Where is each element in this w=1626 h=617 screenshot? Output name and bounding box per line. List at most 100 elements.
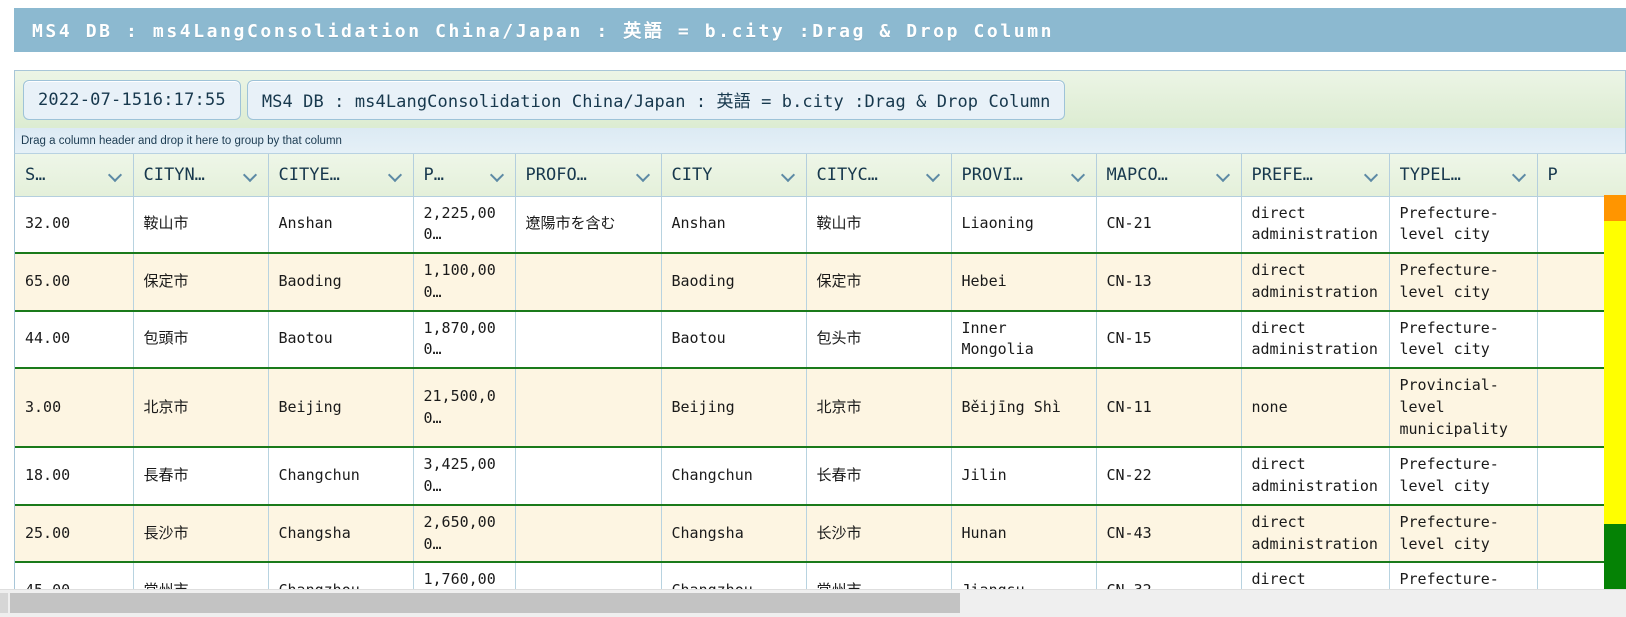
cell-city[interactable]: Changsha xyxy=(661,503,807,563)
chevron-down-icon[interactable] xyxy=(1365,170,1379,179)
cell-cityn[interactable]: 北京市 xyxy=(133,366,269,448)
cell-typel[interactable]: Prefecture-level city xyxy=(1389,561,1538,589)
cell-p[interactable]: 1,100,000… xyxy=(413,252,516,311)
cell-profo[interactable] xyxy=(515,446,662,505)
cell-cityc[interactable]: 常州市 xyxy=(806,561,952,589)
cell-provi[interactable]: Jilin xyxy=(951,446,1097,505)
cell-provi[interactable]: Inner Mongolia xyxy=(951,309,1097,368)
cell-mapco[interactable]: CN-32 xyxy=(1096,561,1242,589)
cell-cityc[interactable]: 北京市 xyxy=(806,366,952,448)
vertical-scrollbar[interactable] xyxy=(1604,195,1626,589)
chevron-down-icon[interactable] xyxy=(927,170,941,179)
cell-provi[interactable]: Hunan xyxy=(951,503,1097,563)
cell-cityc[interactable]: 长春市 xyxy=(806,446,952,505)
cell-p[interactable]: 21,500,00… xyxy=(413,366,516,448)
cell-cityn[interactable]: 鞍山市 xyxy=(133,196,269,253)
chevron-down-icon[interactable] xyxy=(637,170,651,179)
cell-cityn[interactable]: 包頭市 xyxy=(133,309,269,368)
cell-provi[interactable]: Liaoning xyxy=(951,196,1097,253)
cell-city[interactable]: Baotou xyxy=(661,309,807,368)
cell-s[interactable]: 65.00 xyxy=(15,252,134,311)
column-header-profo[interactable]: PROFO… xyxy=(515,154,662,197)
cell-typel[interactable]: Prefecture-level city xyxy=(1389,503,1538,563)
cell-profo[interactable] xyxy=(515,309,662,368)
cell-cityc[interactable]: 长沙市 xyxy=(806,503,952,563)
chevron-down-icon[interactable] xyxy=(1513,170,1527,179)
cell-s[interactable]: 3.00 xyxy=(15,366,134,448)
cell-p[interactable]: 1,760,000… xyxy=(413,561,516,589)
table-row[interactable]: 44.00 包頭市 Baotou 1,870,000… Baotou 包头市 Inner M… xyxy=(15,309,1626,368)
column-header-mapco[interactable]: MAPCO… xyxy=(1096,154,1242,197)
cell-profo[interactable] xyxy=(515,366,662,448)
table-row[interactable]: 3.00 北京市 Beijing 21,500,00… Beijing 北京市 Běijīn… xyxy=(15,366,1626,448)
cell-p[interactable]: 2,225,000… xyxy=(413,196,516,253)
cell-provi[interactable]: Běijīng Shì xyxy=(951,366,1097,448)
cell-p[interactable]: 3,425,000… xyxy=(413,446,516,505)
cell-s[interactable]: 32.00 xyxy=(15,196,134,253)
cell-mapco[interactable]: CN-22 xyxy=(1096,446,1242,505)
cell-profo[interactable] xyxy=(515,561,662,589)
cell-profo[interactable] xyxy=(515,252,662,311)
timestamp-box[interactable]: 2022-07-1516:17:55 xyxy=(23,79,241,120)
chevron-down-icon[interactable] xyxy=(244,170,258,179)
cell-citye[interactable]: Anshan xyxy=(268,196,414,253)
chevron-down-icon[interactable] xyxy=(389,170,403,179)
cell-prefe[interactable]: direct administration xyxy=(1241,446,1390,505)
cell-cityn[interactable]: 長春市 xyxy=(133,446,269,505)
cell-p[interactable]: 1,870,000… xyxy=(413,309,516,368)
query-title-box[interactable]: MS4 DB : ms4LangConsolidation China/Japa… xyxy=(246,79,1066,120)
cell-provi[interactable]: Hebei xyxy=(951,252,1097,311)
table-row[interactable]: 65.00 保定市 Baoding 1,100,000… Baoding 保定市 Hebei… xyxy=(15,252,1626,311)
cell-citye[interactable]: Changchun xyxy=(268,446,414,505)
cell-s[interactable]: 45.00 xyxy=(15,561,134,589)
cell-mapco[interactable]: CN-43 xyxy=(1096,503,1242,563)
cell-citye[interactable]: Changsha xyxy=(268,503,414,563)
column-header-p2[interactable]: P xyxy=(1537,154,1626,197)
table-row[interactable]: 25.00 長沙市 Changsha 2,650,000… Changsha 长沙市 Hun… xyxy=(15,503,1626,563)
cell-citye[interactable]: Beijing xyxy=(268,366,414,448)
cell-cityn[interactable]: 長沙市 xyxy=(133,503,269,563)
cell-typel[interactable]: Prefecture-level city xyxy=(1389,446,1538,505)
cell-s[interactable]: 25.00 xyxy=(15,503,134,563)
cell-city[interactable]: Beijing xyxy=(661,366,807,448)
cell-typel[interactable]: Provincial-level municipality xyxy=(1389,366,1538,448)
cell-cityc[interactable]: 包头市 xyxy=(806,309,952,368)
column-header-city[interactable]: CITY xyxy=(661,154,807,197)
column-header-p[interactable]: P… xyxy=(413,154,516,197)
chevron-down-icon[interactable] xyxy=(491,170,505,179)
cell-prefe[interactable]: direct administration xyxy=(1241,309,1390,368)
cell-citye[interactable]: Changzhou xyxy=(268,561,414,589)
chevron-down-icon[interactable] xyxy=(782,170,796,179)
cell-city[interactable]: Baoding xyxy=(661,252,807,311)
cell-prefe[interactable]: direct administration xyxy=(1241,561,1390,589)
chevron-down-icon[interactable] xyxy=(1217,170,1231,179)
cell-cityc[interactable]: 保定市 xyxy=(806,252,952,311)
cell-mapco[interactable]: CN-11 xyxy=(1096,366,1242,448)
chevron-down-icon[interactable] xyxy=(1072,170,1086,179)
horizontal-scrollbar-thumb[interactable] xyxy=(10,593,960,613)
cell-s[interactable]: 18.00 xyxy=(15,446,134,505)
cell-mapco[interactable]: CN-15 xyxy=(1096,309,1242,368)
cell-city[interactable]: Anshan xyxy=(661,196,807,253)
cell-s[interactable]: 44.00 xyxy=(15,309,134,368)
table-row[interactable]: 32.00 鞍山市 Anshan 2,225,000… 遼陽市を含む Anshan 鞍山市 L… xyxy=(15,196,1626,253)
cell-prefe[interactable]: direct administration xyxy=(1241,252,1390,311)
vertical-scrollbar-thumb[interactable] xyxy=(1604,221,1626,524)
cell-provi[interactable]: Jiangsu xyxy=(951,561,1097,589)
cell-profo[interactable] xyxy=(515,503,662,563)
cell-prefe[interactable]: direct administration xyxy=(1241,503,1390,563)
column-header-typel[interactable]: TYPEL… xyxy=(1389,154,1538,197)
cell-city[interactable]: Changzhou xyxy=(661,561,807,589)
cell-cityn[interactable]: 常州市 xyxy=(133,561,269,589)
table-row[interactable]: 45.00常州市Changzhou1,760,000…Changzhou常州市J… xyxy=(15,561,1626,589)
cell-cityc[interactable]: 鞍山市 xyxy=(806,196,952,253)
column-header-s[interactable]: S… xyxy=(15,154,134,197)
cell-typel[interactable]: Prefecture-level city xyxy=(1389,252,1538,311)
cell-mapco[interactable]: CN-13 xyxy=(1096,252,1242,311)
data-grid[interactable]: S… CITYN… CITYE… P… PROFO… CITY CITYC… PROVI… MA… xyxy=(14,154,1626,589)
column-header-prefe[interactable]: PREFE… xyxy=(1241,154,1390,197)
group-by-dropzone[interactable]: Drag a column header and drop it here to… xyxy=(14,128,1626,154)
cell-mapco[interactable]: CN-21 xyxy=(1096,196,1242,253)
cell-typel[interactable]: Prefecture-level city xyxy=(1389,196,1538,253)
chevron-down-icon[interactable] xyxy=(109,170,123,179)
